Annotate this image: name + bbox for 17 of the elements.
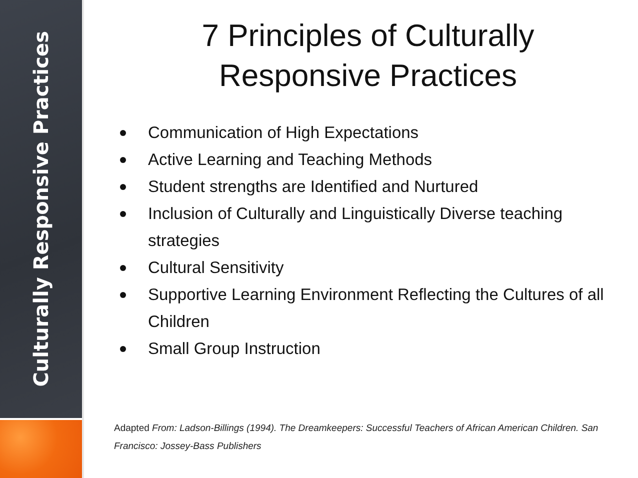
bullet-icon xyxy=(120,346,126,352)
bullet-icon xyxy=(120,211,126,217)
bullet-icon xyxy=(120,184,126,190)
sidebar-title: Culturally Responsive Practices xyxy=(29,31,53,387)
bullet-text: Cultural Sensitivity xyxy=(148,258,284,279)
bullet-text: Supportive Learning Environment Reflecting the Cultures of all Children xyxy=(148,285,605,333)
bullet-text: Student strengths are Identified and Nurtured xyxy=(148,177,478,198)
bullet-icon xyxy=(120,130,126,136)
bullet-text: Inclusion of Culturally and Linguistically Diverse teaching strategies xyxy=(148,204,564,252)
bullet-icon xyxy=(120,265,126,271)
slide-title: 7 Principles of Culturally Responsive Practices xyxy=(200,17,536,95)
bullet-text: Small Group Instruction xyxy=(148,339,320,360)
bullet-icon xyxy=(120,157,126,163)
bullet-icon xyxy=(120,292,126,298)
bullet-text: Communication of High Expectations xyxy=(148,123,419,144)
citation: Adapted From: Ladson-Billings (1994). The Dreamkeepers: Successful Teachers of African American Children. San Francisco: Jossey-Bass Publishers xyxy=(114,422,600,454)
bullet-text: Active Learning and Teaching Methods xyxy=(148,150,432,171)
